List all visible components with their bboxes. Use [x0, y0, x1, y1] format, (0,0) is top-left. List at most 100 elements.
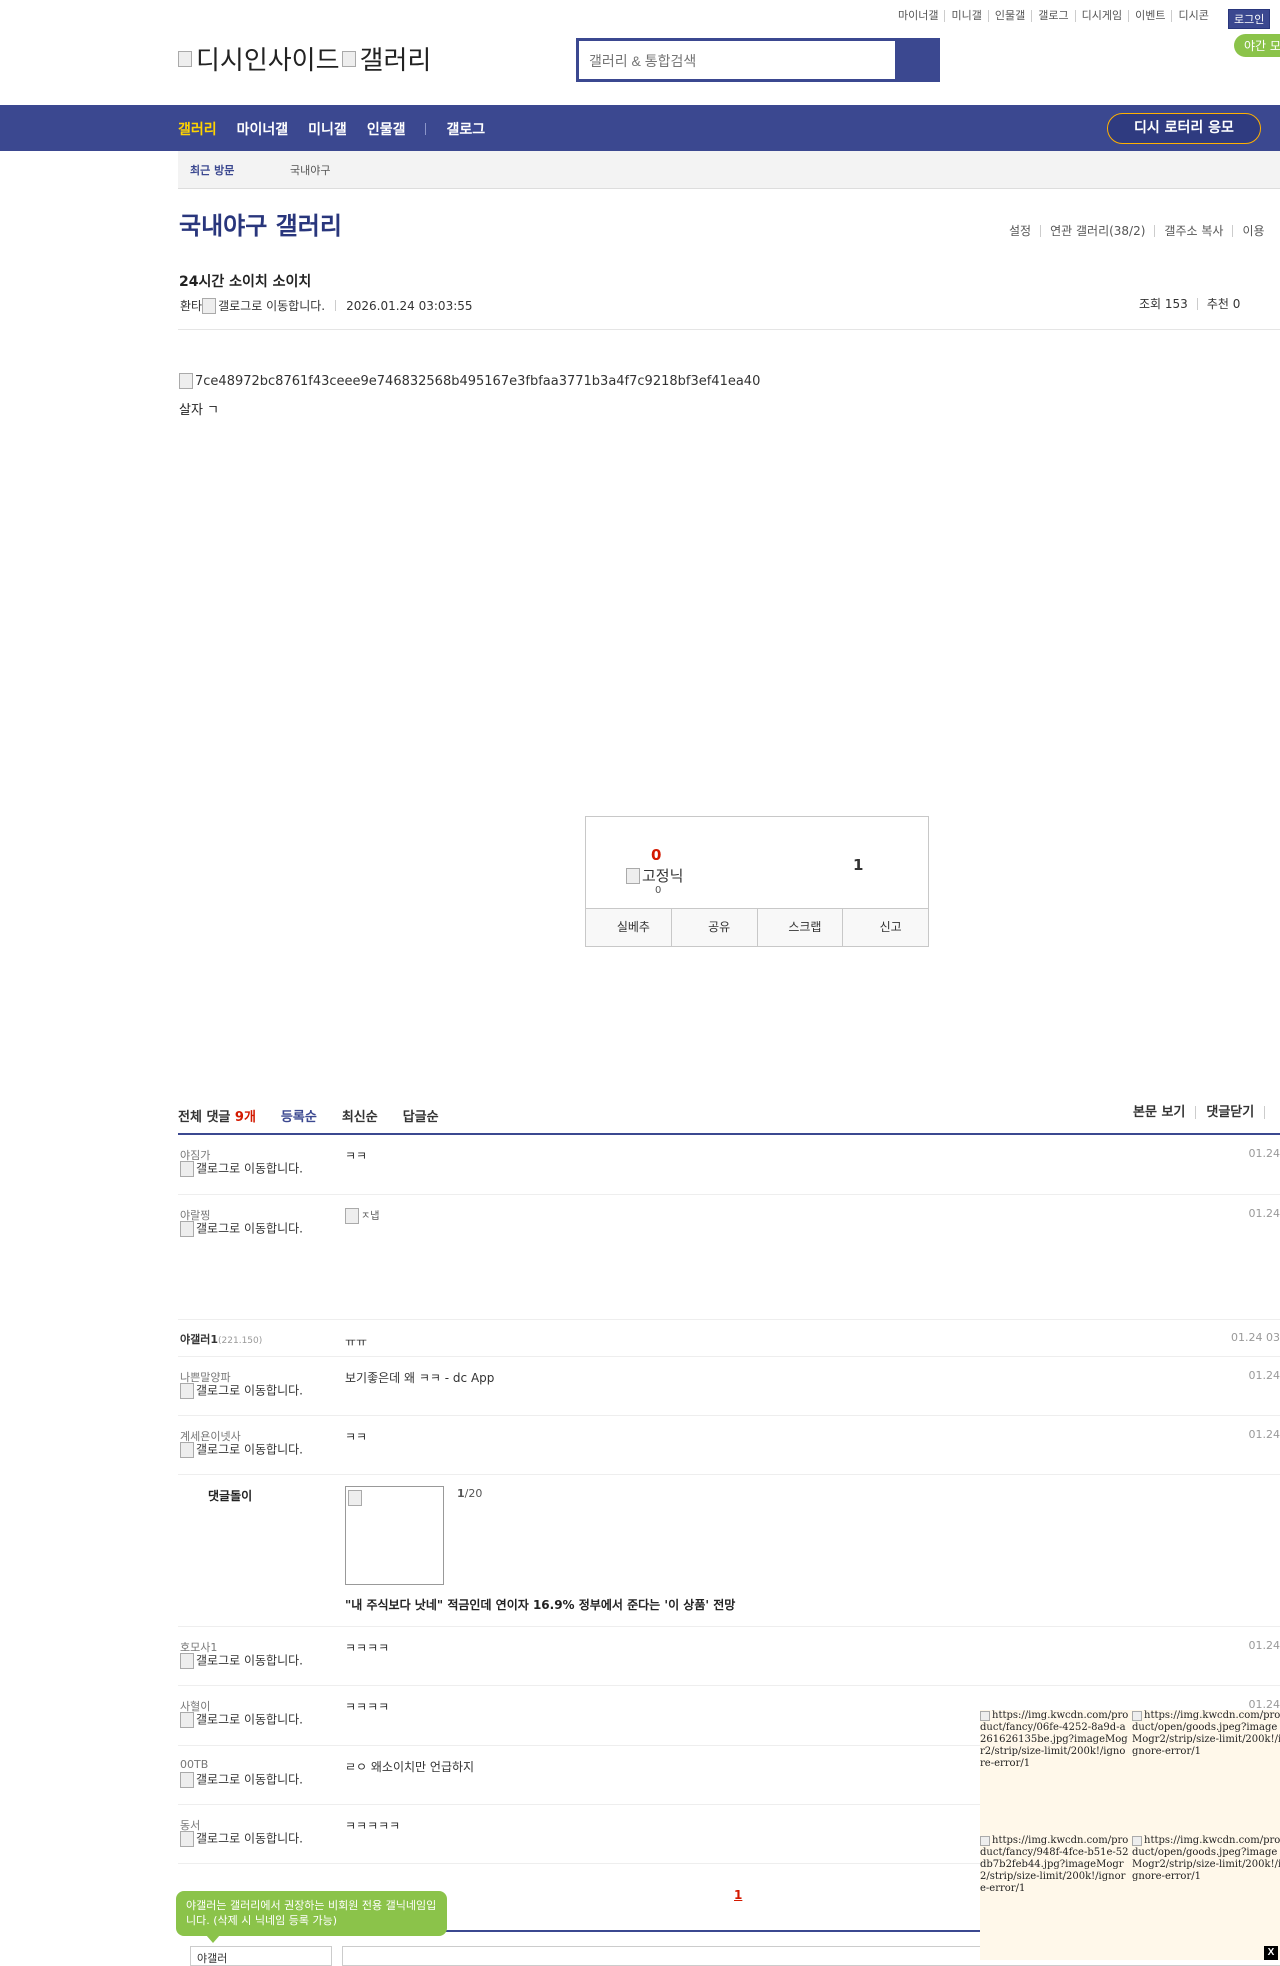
broken-image-icon [180, 1831, 194, 1847]
broken-image-icon [180, 1442, 194, 1458]
broken-image-icon [1132, 1836, 1142, 1846]
comment-page-link[interactable]: 1 [734, 1888, 742, 1902]
comment-text: ㅋㅋ [345, 1147, 367, 1164]
nick-ip: (221.150) [218, 1336, 262, 1346]
related-gallery-link[interactable]: 연관 갤러리(38/2) [1040, 225, 1154, 237]
broken-image-icon [180, 1653, 194, 1669]
comment-row: 계세욘이넷사 갤로그로 이동합니다. ㅋㅋ 01.24 [178, 1416, 1280, 1475]
floating-ad-item-alt: https://img.kwcdn.com/product/fancy/06fe… [980, 1710, 1128, 1769]
search-input[interactable] [587, 47, 891, 75]
fixed-nick-label: 고정닉 [642, 865, 683, 886]
post-title: 24시간 소이치 소이치 [179, 271, 311, 291]
nav-mini-gallery[interactable]: 미니갤 [308, 119, 347, 139]
post-writer-info: 환타 갤로그로 이동합니다. 2026.01.24 03:03:55 [180, 297, 473, 314]
dccon-alt: ㅈ냅 [361, 1211, 379, 1222]
comment-text: ㅋㅋㅋㅋ [345, 1698, 389, 1715]
report-button[interactable]: 신고 [842, 909, 928, 946]
gallery-settings-link[interactable]: 설정 [1000, 225, 1040, 237]
sort-registered[interactable]: 등록순 [281, 1106, 317, 1125]
post-writer-nick[interactable]: 환타 [180, 297, 202, 314]
comment-gallog-alt[interactable]: 갤로그로 이동합니다. [180, 1161, 308, 1177]
comment-gallog-alt[interactable]: 갤로그로 이동합니다. [180, 1653, 308, 1669]
gallery-menu: 설정 연관 갤러리(38/2) 갤주소 복사 이용 [1000, 225, 1274, 237]
floating-ad-item[interactable]: https://img.kwcdn.com/product/fancy/948f… [980, 1835, 1130, 1895]
comment-text: ㅋㅋ [345, 1428, 367, 1445]
comment-gallog-text: 갤로그로 이동합니다. [196, 1773, 303, 1787]
top-links: 마이너갤 미니갤 인물갤 갤로그 디시게임 이벤트 디시콘 [892, 10, 1215, 22]
recent-visits-bar: 최근 방문 국내야구 [178, 151, 1280, 189]
nav-minor-gallery[interactable]: 마이너갤 [237, 119, 289, 139]
search-button[interactable] [895, 41, 937, 79]
top-link-dccon[interactable]: 디시콘 [1171, 10, 1214, 22]
nav-gallog[interactable]: 갤로그 [446, 119, 485, 139]
gallery-title[interactable]: 국내야구 갤러리 [179, 206, 342, 241]
top-link-event[interactable]: 이벤트 [1128, 10, 1171, 22]
sort-latest[interactable]: 최신순 [342, 1106, 378, 1125]
top-link-person[interactable]: 인물갤 [988, 10, 1031, 22]
nav-person-gallery[interactable]: 인물갤 [367, 119, 406, 139]
broken-image-icon [626, 868, 640, 884]
comment-gallog-alt[interactable]: 갤로그로 이동합니다. [180, 1772, 308, 1788]
comment-total-label: 전체 댓글 [178, 1110, 230, 1125]
broken-image-icon [180, 1383, 194, 1399]
top-link-mini[interactable]: 미니갤 [944, 10, 987, 22]
post-views: 조회 153 [1130, 298, 1197, 310]
broken-image-icon [1132, 1711, 1142, 1721]
floating-ad-item[interactable]: https://img.kwcdn.com/product/fancy/06fe… [980, 1710, 1130, 1770]
comment-nick[interactable]: 00TB [180, 1758, 208, 1771]
sort-replies[interactable]: 답글순 [403, 1106, 439, 1125]
downvote-count[interactable]: 1 [853, 856, 863, 874]
fixed-nick-upvote-button[interactable]: 고정닉 [626, 865, 683, 886]
close-icon[interactable]: X [1264, 1946, 1278, 1960]
ad-thumbnail[interactable] [345, 1486, 444, 1585]
comment-gallog-alt[interactable]: 갤로그로 이동합니다. [180, 1831, 308, 1847]
post-writer-gallog-alt[interactable]: 갤로그로 이동합니다. [218, 297, 325, 314]
ad-counter-total: /20 [465, 1487, 483, 1500]
login-button[interactable]: 로그인 [1228, 9, 1270, 29]
site-logo[interactable]: 디시인사이드 갤러리 [178, 40, 431, 77]
post-image[interactable]: 7ce48972bc8761f43ceee9e746832568b495167e… [179, 373, 760, 389]
upvote-count: 0 [651, 846, 661, 864]
logo-alt-dcinside: 디시인사이드 [196, 40, 340, 77]
nick-main: 야갤러 [180, 1333, 210, 1346]
comment-date: 01.24 [1249, 1639, 1280, 1652]
top-link-game[interactable]: 디시게임 [1075, 10, 1128, 22]
scrap-button[interactable]: 스크랩 [757, 909, 843, 946]
floating-ad-item[interactable]: https://img.kwcdn.com/product/open/goods… [1132, 1710, 1280, 1758]
lottery-button[interactable]: 디시 로터리 응모 [1107, 113, 1261, 144]
comment-text: ㄹㅇ 왜소이치만 언급하지 [345, 1758, 474, 1775]
logo-alt-gallery: 갤러리 [360, 40, 432, 77]
top-link-gallog[interactable]: 갤로그 [1031, 10, 1074, 22]
broken-image-icon [180, 1221, 194, 1237]
close-comments-link[interactable]: 댓글닫기 [1195, 1106, 1264, 1119]
top-link-minor[interactable]: 마이너갤 [892, 10, 944, 22]
comment-header: 전체 댓글 9개 등록순 최신순 답글순 [178, 1106, 464, 1125]
nav-gallery[interactable]: 갤러리 [178, 119, 217, 139]
comment-gallog-alt[interactable]: 갤로그로 이동합니다. [180, 1442, 308, 1458]
comment-nick-input[interactable]: 야갤러 [190, 1946, 332, 1966]
floating-ad[interactable]: https://img.kwcdn.com/product/fancy/06fe… [980, 1710, 1280, 1960]
comment-gallog-alt[interactable]: 갤로그로 이동합니다. [180, 1712, 308, 1728]
post-header-divider [178, 329, 1280, 330]
comment-date: 01.24 03 [1231, 1331, 1280, 1344]
copy-address-link[interactable]: 갤주소 복사 [1154, 225, 1232, 237]
recent-visit-item[interactable]: 국내야구 [290, 162, 330, 178]
ad-headline[interactable]: "내 주식보다 낫네" 적금인데 연이자 16.9% 정부에서 준다는 '이 상… [345, 1596, 735, 1613]
night-mode-button[interactable]: 야간 모 [1234, 34, 1280, 57]
comment-total-count: 9개 [235, 1110, 256, 1125]
view-body-link[interactable]: 본문 보기 [1123, 1106, 1195, 1119]
broken-image-icon [178, 51, 192, 67]
floating-ad-item[interactable]: https://img.kwcdn.com/product/open/goods… [1132, 1835, 1280, 1883]
post-date: 2026.01.24 03:03:55 [346, 299, 472, 313]
broken-image-icon [980, 1836, 990, 1846]
comment-gallog-alt[interactable]: 갤로그로 이동합니다. [180, 1221, 308, 1237]
comment-row: 나쁜말양파 갤로그로 이동합니다. 보기좋은데 왜 ㅋㅋ - dc App 01… [178, 1357, 1280, 1416]
usage-link[interactable]: 이용 [1232, 225, 1273, 237]
share-button[interactable]: 공유 [671, 909, 757, 946]
recent-visits-label: 최근 방문 [190, 162, 234, 178]
comment-gallog-alt[interactable]: 갤로그로 이동합니다. [180, 1383, 308, 1399]
real-best-button[interactable]: 실베추 [586, 909, 671, 946]
divider [335, 300, 336, 311]
comment-nick[interactable]: 야갤러1(221.150) [180, 1331, 262, 1347]
comment-dccon-image[interactable]: ㅈ냅 [345, 1207, 379, 1224]
